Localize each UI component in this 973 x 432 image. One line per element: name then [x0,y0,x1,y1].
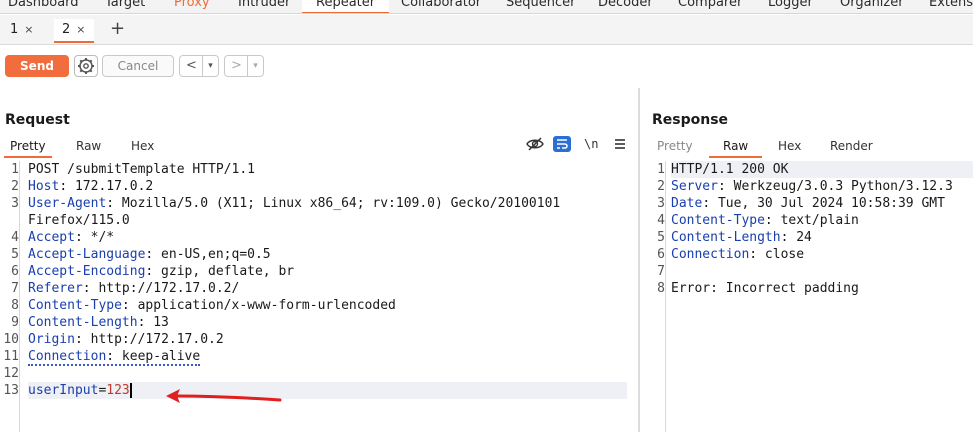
request-editor[interactable]: 1 2 3 4 5 6 7 8 9 10 11 12 13 POST /subm… [0,161,632,432]
request-line: User-Agent: Mozilla/5.0 (X11; Linux x86_… [28,196,561,211]
close-icon[interactable]: × [76,23,85,36]
line-number [0,212,19,229]
response-line: Server: Werkzeug/3.0.3 Python/3.12.3 [671,179,953,194]
response-code: HTTP/1.1 200 OK Server: Werkzeug/3.0.3 P… [671,161,973,297]
line-number: 2 [11,179,19,194]
request-code: POST /submitTemplate HTTP/1.1 Host: 172.… [28,161,627,399]
line-number: 6 [11,264,19,279]
response-tab-raw[interactable]: Raw [709,136,763,158]
repeater-toolbar: Send Cancel < ▾ > ▾ [0,46,973,88]
line-number: 4 [11,230,19,245]
line-number: 3 [11,196,19,211]
request-tab-pretty[interactable]: Pretty [4,136,52,158]
tab-proxy[interactable]: Proxy [174,0,210,13]
response-tab-pretty[interactable]: Pretty [657,136,693,158]
send-button[interactable]: Send [5,55,69,77]
request-line: Origin: http://172.17.0.2 [28,332,224,347]
history-back-button[interactable]: < ▾ [179,55,219,77]
line-number: 3 [657,196,665,211]
line-number: 4 [657,213,665,228]
history-forward-button[interactable]: > ▾ [224,55,264,77]
request-line: Referer: http://172.17.0.2/ [28,281,240,296]
response-title: Response [652,112,729,128]
tab-extensions[interactable]: Extensi [929,0,973,13]
panel-divider[interactable] [638,88,640,432]
menu-icon[interactable] [611,136,629,152]
request-line: Connection: keep-alive [28,349,201,366]
settings-gear-button[interactable] [74,55,98,77]
tab-logger[interactable]: Logger [768,0,813,13]
response-line: Content-Type: text/plain [671,213,859,228]
line-number: 1 [11,162,19,177]
repeater-tab-2[interactable]: 2 × [54,19,94,43]
repeater-tab-1[interactable]: 1 × [2,19,42,43]
request-title: Request [5,112,70,128]
line-number: 13 [3,383,19,398]
line-number: 6 [657,247,665,262]
response-body-line: Error: Incorrect padding [671,281,859,296]
response-line: Content-Length: 24 [671,230,812,245]
line-number: 10 [3,332,19,347]
line-number: 2 [657,179,665,194]
line-number: 5 [11,247,19,262]
line-number: 7 [657,264,665,279]
response-line [671,263,973,280]
wrap-lines-icon[interactable] [553,136,571,152]
request-line [28,365,627,382]
hide-nonprintable-eye-icon[interactable] [526,136,544,152]
tab-collaborator[interactable]: Collaborator [401,0,481,13]
response-tab-render[interactable]: Render [830,136,873,158]
main-menu-tabs: Dashboard Target Proxy Intruder Repeater… [0,0,973,14]
request-tab-hex[interactable]: Hex [131,136,154,158]
response-line: Connection: close [671,247,805,262]
line-number: 9 [11,315,19,330]
tab-target[interactable]: Target [105,0,145,13]
newline-toggle-icon[interactable]: \n [584,134,598,156]
tab-decoder[interactable]: Decoder [598,0,653,13]
repeater-tab-label: 1 [10,22,19,37]
annotation-arrow [166,389,282,403]
line-number: 11 [3,349,19,364]
line-number-gutter: 1 2 3 4 5 6 7 8 9 10 11 12 13 [0,161,20,432]
chevron-down-icon[interactable]: ▾ [247,56,263,76]
chevron-left-icon: < [186,58,197,73]
new-tab-plus-icon[interactable]: + [110,19,125,39]
gear-icon [78,58,94,74]
cancel-button[interactable]: Cancel [102,55,174,77]
request-line: Accept-Encoding: gzip, deflate, br [28,264,295,279]
line-number: 1 [657,162,665,177]
text-cursor [129,383,132,398]
repeater-tab-bar: 1 × 2 × [0,15,973,45]
request-tab-raw[interactable]: Raw [76,136,101,158]
request-line: Content-Length: 13 [28,315,169,330]
tab-sequencer[interactable]: Sequencer [506,0,575,13]
tab-intruder[interactable]: Intruder [238,0,290,13]
request-line: POST /submitTemplate HTTP/1.1 [28,162,255,177]
line-number: 7 [11,281,19,296]
request-line: Firefox/115.0 [28,213,130,228]
response-tab-hex[interactable]: Hex [778,136,801,158]
request-line: Accept: */* [28,230,115,245]
tab-organizer[interactable]: Organizer [840,0,904,13]
response-line: Date: Tue, 30 Jul 2024 10:58:39 GMT [671,196,945,211]
line-number: 8 [11,298,19,313]
request-line-body: userInput=123 [28,382,627,399]
line-number-gutter: 1 2 3 4 5 6 7 8 [646,161,666,432]
repeater-tab-label: 2 [62,22,71,37]
response-editor[interactable]: 1 2 3 4 5 6 7 8 HTTP/1.1 200 OK Server: … [646,161,973,432]
request-line: Host: 172.17.0.2 [28,179,154,194]
chevron-right-icon: > [231,58,242,73]
tab-comparer[interactable]: Comparer [678,0,742,13]
request-line: Accept-Language: en-US,en;q=0.5 [28,247,271,262]
line-number: 8 [657,281,665,296]
response-line: HTTP/1.1 200 OK [671,161,973,178]
line-number: 5 [657,230,665,245]
request-line: Content-Type: application/x-www-form-url… [28,298,396,313]
tab-dashboard[interactable]: Dashboard [8,0,79,13]
close-icon[interactable]: × [24,23,33,36]
tab-repeater[interactable]: Repeater [302,0,390,13]
chevron-down-icon[interactable]: ▾ [202,56,218,76]
line-number: 12 [3,366,19,381]
